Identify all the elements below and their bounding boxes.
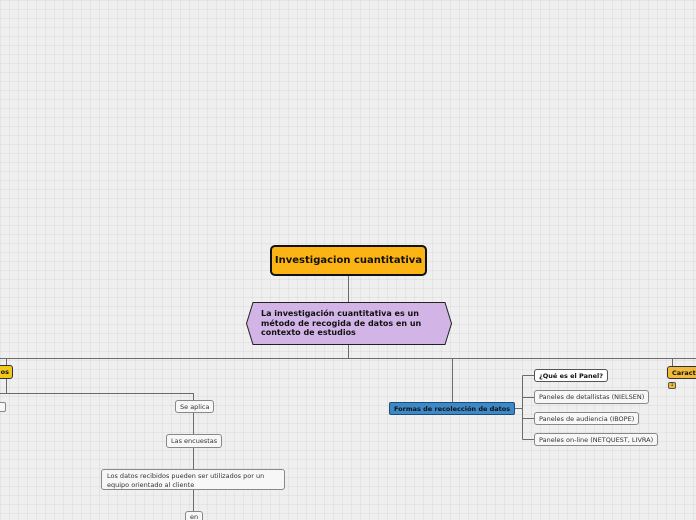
root-label: Investigacion cuantitativa	[274, 255, 423, 266]
que-es-panel-node[interactable]: ¿Qué es el Panel?	[534, 369, 609, 382]
encuestas-label: Las encuestas	[171, 437, 218, 445]
en-node[interactable]: en	[185, 511, 204, 520]
caracteristicas-node[interactable]: Caracte	[667, 366, 696, 379]
formas-recoleccion-node[interactable]: Formas de recolección de datos	[389, 402, 516, 415]
paneles-online-label: Paneles on-line (NETQUEST, LIVRA)	[539, 435, 654, 444]
datos-node[interactable]: Los datos recibidos pueden ser utilizado…	[101, 469, 285, 490]
datos-label: Los datos recibidos pueden ser utilizado…	[107, 472, 265, 489]
que-es-panel-label: ¿Qué es el Panel?	[539, 371, 604, 380]
definition-label: La investigación cuantitativa es un méto…	[261, 309, 422, 337]
paneles-detallistas-node[interactable]: Paneles de detallistas (NIELSEN)	[534, 390, 650, 404]
paneles-detallistas-label: Paneles de detallistas (NIELSEN)	[539, 393, 645, 401]
left-branch-label: os	[0, 368, 9, 376]
formas-recoleccion-label: Formas de recolección de datos	[394, 404, 511, 413]
child-count-label: 1	[670, 383, 674, 388]
child-count-badge[interactable]: 1	[668, 382, 676, 389]
left-branch-node[interactable]: os	[0, 365, 13, 379]
se-aplica-node[interactable]: Se aplica	[175, 400, 215, 413]
paneles-online-node[interactable]: Paneles on-line (NETQUEST, LIVRA)	[534, 433, 659, 446]
en-label: en	[190, 513, 199, 520]
paneles-audiencia-label: Paneles de audiencia (IBOPE)	[539, 414, 635, 423]
mind-map-canvas[interactable]: Investigacion cuantitativa La investigac…	[0, 0, 696, 520]
left-offscreen-node[interactable]	[0, 402, 6, 412]
encuestas-node[interactable]: Las encuestas	[166, 434, 223, 448]
root-node[interactable]: Investigacion cuantitativa	[270, 245, 427, 276]
caracteristicas-label: Caracte	[672, 368, 696, 377]
se-aplica-label: Se aplica	[180, 402, 210, 411]
definition-node[interactable]: La investigación cuantitativa es un méto…	[246, 302, 452, 345]
paneles-audiencia-node[interactable]: Paneles de audiencia (IBOPE)	[534, 412, 640, 425]
